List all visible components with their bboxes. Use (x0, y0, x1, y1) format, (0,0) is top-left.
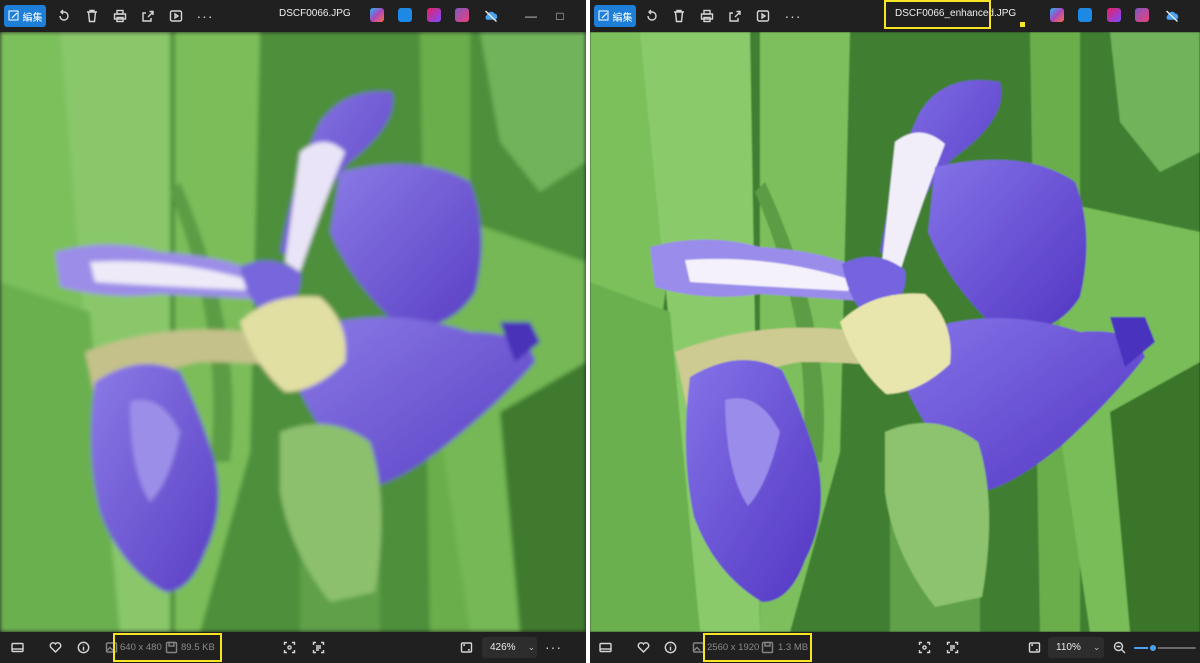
designer-icon[interactable] (1078, 8, 1092, 22)
left-photos-window: 編集 ··· DSCF0066.JPG — □ 640 x 480 89.5 K… (0, 0, 586, 663)
print-icon[interactable] (699, 8, 715, 24)
info-icon[interactable] (76, 640, 91, 655)
edit-button[interactable]: 編集 (594, 5, 636, 27)
favorite-icon[interactable] (48, 640, 63, 655)
zoom-level-dropdown[interactable]: 110% ⌄ (1048, 637, 1104, 658)
more-icon[interactable]: ··· (785, 8, 801, 24)
share-icon[interactable] (140, 8, 156, 24)
info-icon[interactable] (663, 640, 678, 655)
slideshow-icon[interactable] (755, 8, 771, 24)
file-name-title: DSCF0066.JPG (279, 8, 351, 19)
share-icon[interactable] (727, 8, 743, 24)
filmstrip-icon[interactable] (10, 640, 25, 655)
image-viewer[interactable] (0, 32, 586, 632)
image-dimensions: 640 x 480 (120, 642, 162, 653)
clipchamp-icon[interactable] (427, 8, 441, 22)
edit-icon (598, 10, 608, 21)
copilot-icon[interactable] (370, 8, 384, 22)
save-icon (164, 640, 179, 655)
delete-icon[interactable] (671, 8, 687, 24)
zoom-level-dropdown[interactable]: 426% ⌄ (482, 637, 537, 658)
ocr-icon[interactable] (311, 640, 326, 655)
minimize-icon[interactable]: — (523, 8, 539, 24)
edit-label: 編集 (22, 12, 43, 24)
chevron-down-icon: ⌄ (1092, 642, 1101, 652)
right-photos-window: 編集 ··· DSCF0066_enhanced.JPG 2560 x 1920… (590, 0, 1200, 663)
iris-photo-enhanced (590, 32, 1200, 632)
top-toolbar: 編集 ··· DSCF0066.JPG — □ (0, 0, 586, 32)
designer-icon[interactable] (398, 8, 412, 22)
rotate-icon[interactable] (644, 8, 660, 24)
iris-photo-low-res (0, 32, 586, 632)
more-icon[interactable]: ··· (197, 8, 213, 24)
image-viewer[interactable] (590, 32, 1200, 632)
chevron-down-icon: ⌄ (527, 642, 536, 652)
highlight-marker (1020, 22, 1025, 27)
save-icon (760, 640, 775, 655)
file-name-title: DSCF0066_enhanced.JPG (895, 8, 1017, 19)
edit-button[interactable]: 編集 (4, 5, 46, 27)
file-size: 1.3 MB (778, 642, 809, 653)
onedrive-sync-off-icon[interactable] (1164, 8, 1180, 24)
favorite-icon[interactable] (636, 640, 651, 655)
onedrive-sync-off-icon[interactable] (483, 8, 499, 24)
fit-window-icon[interactable] (1027, 640, 1042, 655)
clipchamp-icon[interactable] (1107, 8, 1121, 22)
zoom-level-value: 426% (490, 642, 516, 653)
rotate-icon[interactable] (56, 8, 72, 24)
bottom-status-bar: 2560 x 1920 1.3 MB 110% ⌄ (590, 632, 1200, 663)
image-dimensions: 2560 x 1920 (707, 642, 760, 653)
video-editor-icon[interactable] (455, 8, 469, 22)
zoom-level-value: 110% (1056, 642, 1081, 653)
zoom-out-icon[interactable] (1112, 640, 1127, 655)
image-icon (691, 640, 706, 655)
video-editor-icon[interactable] (1135, 8, 1149, 22)
top-toolbar: 編集 ··· DSCF0066_enhanced.JPG (590, 0, 1200, 32)
crop-icon[interactable] (282, 640, 297, 655)
crop-icon[interactable] (917, 640, 932, 655)
fit-window-icon[interactable] (459, 640, 474, 655)
filmstrip-icon[interactable] (598, 640, 613, 655)
print-icon[interactable] (112, 8, 128, 24)
bottom-status-bar: 640 x 480 89.5 KB 426% ⌄ ··· (0, 632, 586, 663)
zoom-slider-thumb[interactable] (1147, 643, 1158, 653)
more-icon[interactable]: ··· (545, 639, 561, 655)
ocr-icon[interactable] (945, 640, 960, 655)
edit-label: 編集 (612, 12, 633, 24)
edit-icon (8, 10, 18, 21)
file-size: 89.5 KB (181, 642, 215, 653)
image-icon (104, 640, 119, 655)
copilot-icon[interactable] (1050, 8, 1064, 22)
maximize-icon[interactable]: □ (552, 8, 568, 24)
delete-icon[interactable] (84, 8, 100, 24)
slideshow-icon[interactable] (168, 8, 184, 24)
